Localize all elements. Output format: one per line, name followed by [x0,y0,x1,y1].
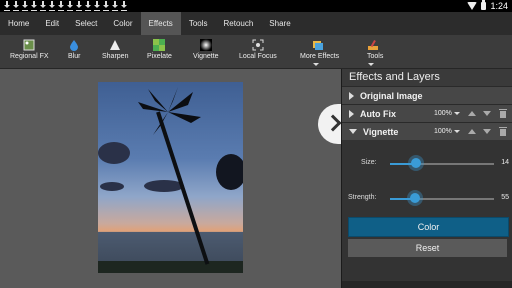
download-icon [93,1,101,11]
chevron-right-icon [324,114,342,132]
strength-slider-row: Strength: 55 [348,193,509,203]
layer-original-image[interactable]: Original Image [342,86,512,104]
menu-tools[interactable]: Tools [181,12,216,35]
panel-title: Effects and Layers [342,69,512,86]
layer-opacity-select[interactable]: 100% [434,110,460,117]
move-down-icon[interactable] [483,111,491,116]
wifi-icon [467,2,478,10]
more-effects-icon [312,38,328,67]
menu-select[interactable]: Select [67,12,105,35]
regional-fx-icon [23,38,35,51]
vignette-button[interactable]: Vignette [193,38,219,60]
more-effects-button[interactable]: More Effects [300,38,339,67]
menu-retouch[interactable]: Retouch [216,12,262,35]
clock: 1:24 [490,1,508,11]
size-slider[interactable] [390,158,494,168]
layer-vignette[interactable]: Vignette 100% [342,122,512,140]
download-notifications [3,1,128,11]
tools-icon [367,38,383,67]
effects-toolbar: Regional FX Blur Sharpen Pixelate Vignet… [0,35,512,69]
sharpen-button[interactable]: Sharpen [102,38,128,60]
menu-home[interactable]: Home [0,12,37,35]
download-icon [21,1,29,11]
move-up-icon[interactable] [468,111,476,116]
menu-edit[interactable]: Edit [37,12,67,35]
trash-icon[interactable] [499,109,507,118]
download-icon [57,1,65,11]
download-icon [12,1,20,11]
reset-button[interactable]: Reset [348,239,507,257]
menu-share[interactable]: Share [261,12,298,35]
download-icon [3,1,11,11]
download-icon [84,1,92,11]
menu-effects[interactable]: Effects [140,12,181,35]
layer-auto-fix[interactable]: Auto Fix 100% [342,104,512,122]
move-down-icon[interactable] [483,129,491,134]
move-up-icon[interactable] [468,129,476,134]
download-icon [39,1,47,11]
expand-arrow-icon[interactable] [349,109,354,118]
local-focus-button[interactable]: Local Focus [239,38,277,60]
trash-icon[interactable] [499,127,507,136]
download-icon [102,1,110,11]
battery-icon [481,0,487,10]
download-icon [30,1,38,11]
effects-layers-panel: Effects and Layers Original Image Auto F… [341,69,512,288]
vignette-icon [199,38,212,51]
image-canvas[interactable] [0,69,341,288]
vignette-settings: Size: 14 Strength: 55 Color Reset [342,140,512,288]
layer-opacity-select[interactable]: 100% [434,128,460,135]
panel-footer [342,281,512,288]
download-icon [75,1,83,11]
photo-image [98,82,243,273]
pixelate-icon [153,38,166,51]
strength-slider-thumb[interactable] [410,193,420,203]
size-slider-row: Size: 14 [361,158,509,168]
download-icon [48,1,56,11]
pixelate-button[interactable]: Pixelate [147,38,172,60]
download-icon [120,1,128,11]
menu-color[interactable]: Color [105,12,140,35]
download-icon [111,1,119,11]
download-icon [66,1,74,11]
expand-arrow-icon[interactable] [349,91,354,100]
size-slider-thumb[interactable] [411,158,421,168]
triangle-icon [109,38,121,50]
color-button[interactable]: Color [348,217,509,237]
collapse-arrow-icon[interactable] [349,129,357,134]
menu-bar: Home Edit Select Color Effects Tools Ret… [0,12,512,35]
blur-button[interactable]: Blur [68,38,80,60]
tools-button[interactable]: Tools [367,38,383,67]
regional-fx-button[interactable]: Regional FX [10,38,49,60]
strength-slider[interactable] [390,193,494,203]
status-bar: 1:24 [0,0,512,12]
water-drop-icon [68,38,80,51]
focus-icon [252,38,264,51]
